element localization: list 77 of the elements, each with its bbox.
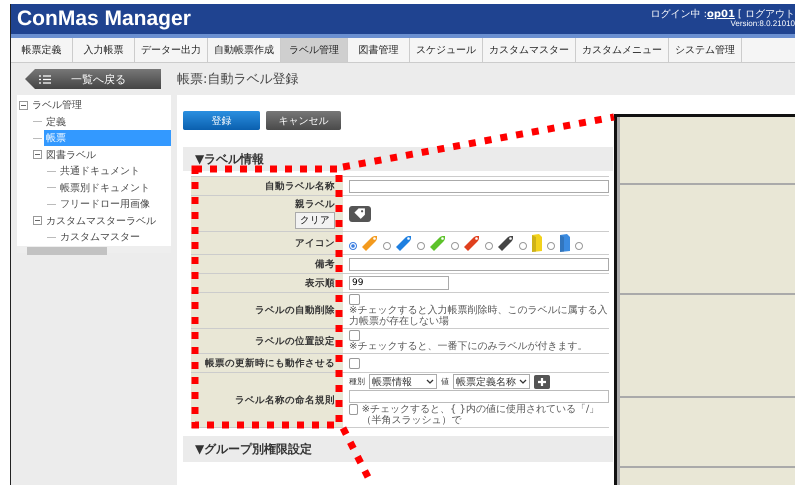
- help-text: ※チェックすると、{ }内の値に使用されている「/」（半角スラッシュ）で: [362, 404, 600, 426]
- add-button[interactable]: [534, 374, 550, 388]
- field-label: ラベル名称の命名規則: [235, 394, 335, 406]
- field-label: 表示順: [305, 276, 335, 290]
- clear-button[interactable]: クリア: [295, 212, 335, 229]
- tree-item[interactable]: フリードロー用画像: [58, 196, 152, 212]
- checkbox[interactable]: [349, 330, 360, 341]
- folder-icon: [530, 233, 544, 253]
- list-icon: [39, 74, 51, 84]
- type-label: 種別: [349, 376, 365, 387]
- tag-icon: [394, 233, 414, 253]
- tree-item[interactable]: 帳票別ドキュメント: [58, 180, 152, 196]
- version-text: Version:8.0.21010: [730, 20, 795, 28]
- collapse-icon[interactable]: [33, 150, 42, 160]
- checkbox[interactable]: [349, 404, 358, 415]
- nav-tab[interactable]: データー出力: [135, 38, 208, 62]
- help-text: ※チェックすると、一番下にのみラベルが付きます。: [349, 341, 588, 352]
- text-field[interactable]: [349, 180, 609, 192]
- radio-button[interactable]: [519, 242, 527, 250]
- collapse-icon[interactable]: [33, 216, 42, 226]
- plus-icon: [537, 376, 547, 386]
- help-text: ※チェックすると入力帳票削除時、このラベルに属する入力帳票が存在しない場: [349, 305, 608, 327]
- radio-button[interactable]: [485, 242, 493, 250]
- folder-icon: [558, 233, 572, 253]
- field-label: ラベルの位置設定: [255, 334, 335, 348]
- field-label: 帳票の更新時にも動作させる: [205, 356, 335, 370]
- tree-item[interactable]: カスタムマスター: [58, 229, 142, 246]
- tree-item[interactable]: ラベル管理: [30, 97, 84, 114]
- register-button[interactable]: 登録: [183, 111, 260, 130]
- radio-button[interactable]: [417, 242, 425, 250]
- tag-icon: [360, 233, 380, 253]
- checkbox[interactable]: [349, 294, 360, 305]
- app-logo: ConMas Manager: [17, 7, 191, 31]
- nav-tab[interactable]: 図書管理: [348, 38, 410, 62]
- tag-icon: [462, 233, 482, 253]
- checkbox[interactable]: [349, 358, 360, 368]
- field-label: 自動ラベル名称: [265, 180, 335, 192]
- section-title: ▼グループ別権限設定: [195, 440, 312, 458]
- nav-tab[interactable]: ラベル管理: [281, 38, 348, 62]
- nav-tab[interactable]: スケジュール: [410, 38, 483, 62]
- user-link[interactable]: op01: [706, 10, 735, 20]
- nav-tab[interactable]: システム管理: [669, 38, 742, 62]
- collapse-icon[interactable]: [19, 100, 28, 110]
- tree-item[interactable]: 定義: [44, 114, 68, 130]
- text-field[interactable]: [349, 258, 609, 270]
- tag-button[interactable]: [349, 206, 371, 222]
- login-label: ログイン中 :: [650, 10, 707, 20]
- field-label: 備考: [315, 258, 335, 270]
- field-label: ラベルの自動削除: [255, 304, 335, 317]
- tree-item[interactable]: 図書ラベル: [44, 146, 98, 163]
- field-label: 親ラベル: [295, 198, 335, 211]
- nav-tab[interactable]: 入力帳票: [73, 38, 135, 62]
- tree-item[interactable]: カスタムマスターラベル: [44, 212, 158, 229]
- type-dropdown[interactable]: 帳票情報: [369, 374, 437, 389]
- radio-button[interactable]: [349, 242, 357, 250]
- caret-icon: [519, 378, 527, 384]
- value-label: 値: [441, 376, 449, 387]
- tree-item[interactable]: 共通ドキュメント: [58, 163, 142, 180]
- section-title: ▼ラベル情報: [195, 150, 264, 168]
- tag-icon: [428, 233, 448, 253]
- tag-icon: [496, 233, 516, 253]
- radio-button[interactable]: [547, 242, 555, 250]
- value-dropdown[interactable]: 帳票定義名称: [453, 374, 530, 389]
- nav-tab[interactable]: 帳票定義: [11, 38, 73, 62]
- radio-button[interactable]: [575, 242, 583, 250]
- nav-tab[interactable]: カスタムメニュー: [576, 38, 669, 62]
- logout-link[interactable]: [ ログアウト: [738, 10, 795, 20]
- order-field[interactable]: 99: [349, 276, 449, 290]
- radio-button[interactable]: [451, 242, 459, 250]
- field-label: アイコン: [295, 236, 335, 250]
- radio-button[interactable]: [383, 242, 391, 250]
- cancel-button[interactable]: キャンセル: [266, 111, 341, 130]
- nav-tab[interactable]: カスタムマスター: [483, 38, 576, 62]
- page-title: 帳票:自動ラベル登録: [177, 71, 298, 88]
- tag-icon: [353, 206, 367, 220]
- back-button[interactable]: 一覧へ戻る: [25, 69, 161, 89]
- caret-icon: [426, 378, 434, 384]
